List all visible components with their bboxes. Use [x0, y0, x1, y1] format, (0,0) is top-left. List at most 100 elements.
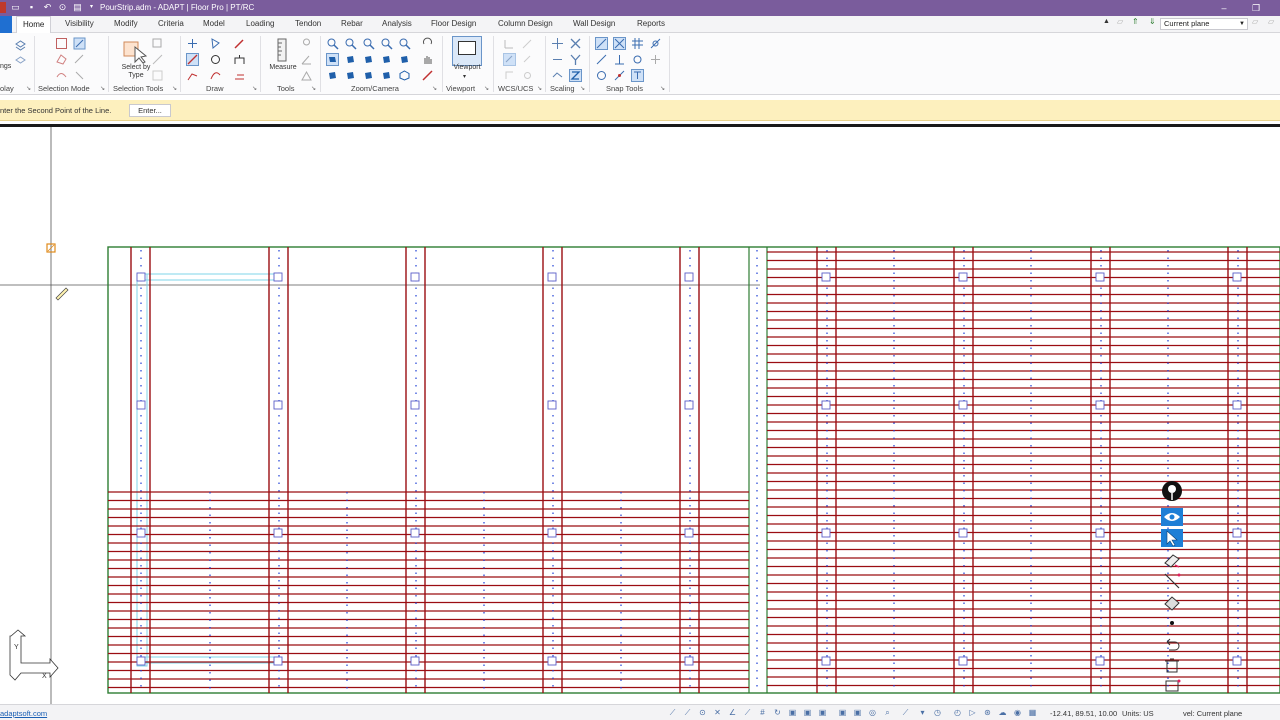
ortho-icon[interactable]: ⟋ [668, 708, 677, 717]
line-tool-icon[interactable] [1161, 572, 1183, 590]
filter-select-icon[interactable] [151, 37, 164, 50]
select-window-icon[interactable] [55, 37, 68, 50]
scale-y-icon[interactable] [569, 53, 582, 66]
layers-icon[interactable] [14, 39, 27, 52]
dialog-launcher-icon[interactable]: ↘ [537, 85, 542, 92]
angle-snap-icon[interactable]: ∠ [728, 708, 737, 717]
view-a-icon[interactable]: ▣ [788, 708, 797, 717]
plane-tool-icon[interactable]: ▱ [1117, 17, 1123, 26]
point-draw-icon[interactable] [186, 37, 199, 50]
rotate-icon[interactable]: ↻ [773, 708, 782, 717]
pen-draw-icon[interactable] [233, 37, 246, 50]
plane-up-icon[interactable]: ⇑ [1132, 17, 1139, 26]
tab-criteria[interactable]: Criteria [158, 19, 184, 28]
view-d-icon[interactable]: ▣ [838, 708, 847, 717]
zoom-in-icon[interactable] [362, 37, 375, 50]
invert-select-icon[interactable] [151, 53, 164, 66]
select-by-type-icon[interactable] [122, 38, 148, 64]
rebar-tool-icon[interactable] [1161, 551, 1183, 569]
scale-z-icon[interactable] [569, 69, 582, 82]
history-icon[interactable]: ◴ [953, 708, 962, 717]
undo-tool-icon[interactable] [1161, 635, 1183, 653]
cloud-icon[interactable]: ☁ [998, 708, 1007, 717]
tab-wall-design[interactable]: Wall Design [573, 19, 615, 28]
enter-button[interactable]: Enter... [129, 104, 171, 117]
grid-icon[interactable]: # [758, 708, 767, 717]
measure-label[interactable]: Measure [265, 64, 301, 72]
view-3d-icon[interactable] [398, 69, 411, 82]
rotate-view-icon[interactable] [421, 37, 434, 50]
viewport-button[interactable] [452, 36, 482, 66]
graph-icon[interactable]: ⟋ [901, 708, 910, 717]
plane-selector[interactable]: Current plane ▼ [1160, 18, 1248, 30]
open-file-icon[interactable]: ▭ [10, 2, 21, 13]
snap-midpoint-icon[interactable] [613, 69, 626, 82]
polar-icon[interactable]: ⟋ [683, 708, 692, 717]
dialog-launcher-icon[interactable]: ↘ [660, 85, 665, 92]
nav-prev-icon[interactable]: ▷ [968, 708, 977, 717]
print-icon[interactable]: ▤ [72, 2, 83, 13]
tab-column-design[interactable]: Column Design [498, 19, 553, 28]
tab-loading[interactable]: Loading [246, 19, 274, 28]
ucs-origin-icon[interactable] [521, 37, 534, 50]
snap-endpoint-icon[interactable] [595, 37, 608, 50]
website-link[interactable]: adaptsoft.com [0, 709, 47, 718]
select-all-icon[interactable] [73, 69, 86, 82]
minimize-button[interactable]: – [1215, 1, 1233, 15]
snap-quadrant-icon[interactable] [649, 53, 662, 66]
scale-reset-icon[interactable] [551, 69, 564, 82]
dialog-launcher-icon[interactable]: ↘ [484, 85, 489, 92]
circle-draw-icon[interactable] [209, 53, 222, 66]
area-icon[interactable] [300, 69, 313, 82]
snap-node-icon[interactable] [631, 53, 644, 66]
delete-icon[interactable] [1161, 656, 1183, 674]
pin-icon[interactable] [1161, 480, 1183, 502]
scale-uniform-icon[interactable] [551, 37, 564, 50]
tab-rebar[interactable]: Rebar [341, 19, 363, 28]
view-iso-icon[interactable] [380, 53, 393, 66]
undo-icon[interactable]: ↶ [42, 2, 53, 13]
arc-draw-icon[interactable] [209, 69, 222, 82]
osnap-icon[interactable]: ⊙ [698, 708, 707, 717]
eraser-icon[interactable] [1161, 593, 1183, 611]
quick-access-menu-icon[interactable]: ▾ [86, 2, 97, 13]
deselect-icon[interactable] [151, 69, 164, 82]
lock-icon[interactable]: ⊛ [983, 708, 992, 717]
view-iso-nw-icon[interactable] [344, 69, 357, 82]
file-menu-button[interactable] [0, 16, 12, 33]
polygon-draw-icon[interactable] [209, 37, 222, 50]
zoom-previous-icon[interactable] [398, 37, 411, 50]
dialog-launcher-icon[interactable]: ↘ [100, 85, 105, 92]
ucs-active-icon[interactable] [503, 53, 516, 66]
dialog-launcher-icon[interactable]: ↘ [432, 85, 437, 92]
orbit-icon[interactable] [421, 69, 434, 82]
dropdown-icon[interactable]: ▾ [918, 708, 927, 717]
tab-model[interactable]: Model [203, 19, 225, 28]
snap-tangent-icon[interactable] [649, 37, 662, 50]
view-b-icon[interactable]: ▣ [803, 708, 812, 717]
view-c-icon[interactable]: ▣ [818, 708, 827, 717]
select-lasso-icon[interactable] [55, 69, 68, 82]
layers-icon-2[interactable] [14, 55, 27, 68]
view-side-icon[interactable] [362, 53, 375, 66]
select-by-type-label[interactable]: Select by Type [117, 64, 155, 80]
view-iso-ne-icon[interactable] [326, 69, 339, 82]
print-tool-icon[interactable] [1161, 677, 1183, 695]
tab-visibility[interactable]: Visibility [65, 19, 94, 28]
snap-grid-icon[interactable] [631, 37, 644, 50]
snap-nearest-icon[interactable] [595, 53, 608, 66]
zoom-window-icon[interactable] [326, 37, 339, 50]
tab-floor-design[interactable]: Floor Design [431, 19, 476, 28]
redo-icon[interactable]: ⊙ [57, 2, 68, 13]
tab-tendon[interactable]: Tendon [295, 19, 321, 28]
save-icon[interactable]: ▪ [26, 2, 37, 13]
select-polygon-icon[interactable] [55, 53, 68, 66]
select-fence-icon[interactable] [73, 53, 86, 66]
view-iso-sw-icon[interactable] [380, 69, 393, 82]
zoom-status-icon[interactable]: ⌕ [883, 708, 892, 717]
restore-button[interactable]: ❐ [1247, 1, 1265, 15]
view-top-icon[interactable] [326, 53, 339, 66]
plane-option-icon[interactable]: ▱ [1252, 17, 1258, 26]
scale-x-icon[interactable] [569, 37, 582, 50]
tab-home[interactable]: Home [16, 16, 52, 33]
